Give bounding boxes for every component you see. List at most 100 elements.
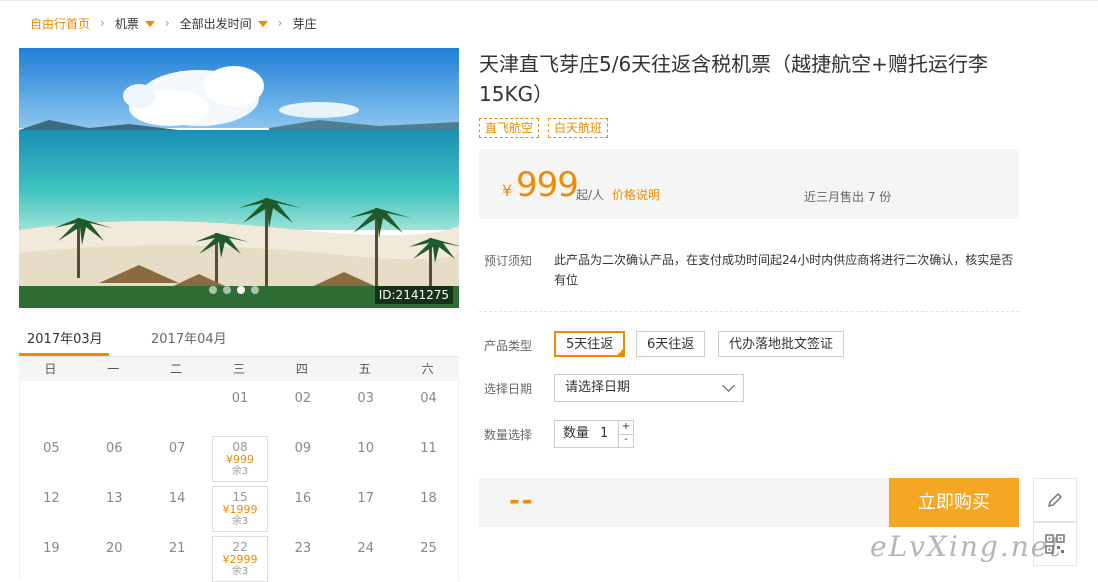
calendar-day-number: 24 xyxy=(357,541,374,556)
calendar-day-available[interactable]: 08 ¥999 余3 xyxy=(212,436,268,482)
weekday-label: 二 xyxy=(170,362,183,376)
sales-count: 近三月售出 7 份 xyxy=(804,190,892,204)
calendar-day-number: 02 xyxy=(294,391,312,406)
calendar-day: 18 xyxy=(398,481,460,529)
calendar-day: 11 xyxy=(398,431,460,479)
caret-down-icon xyxy=(144,21,155,27)
tab-month-april[interactable]: 2017年04月 xyxy=(151,328,227,347)
calendar-day-number: 25 xyxy=(420,541,437,556)
carousel-dots xyxy=(209,286,259,294)
price-explanation-link[interactable]: 价格说明 xyxy=(612,186,660,203)
carousel-dot[interactable] xyxy=(223,286,231,294)
top-divider xyxy=(0,0,1098,1)
currency-symbol: ¥ xyxy=(502,181,513,200)
breadcrumb-separator-icon: › xyxy=(277,16,283,30)
calendar-day-price: ¥1999 xyxy=(222,503,258,516)
calendar-day-number: 18 xyxy=(420,491,437,506)
weekday-label: 一 xyxy=(107,362,120,376)
calendar-day-number: 07 xyxy=(168,441,186,456)
calendar-day: 14 xyxy=(146,481,208,529)
pencil-icon xyxy=(1047,492,1063,508)
calendar-day-number: 06 xyxy=(106,441,123,456)
calendar-day-number: 05 xyxy=(43,441,60,456)
calendar-day: 12 xyxy=(20,481,82,529)
breadcrumb-separator-icon: › xyxy=(164,16,170,30)
calendar-day: 04 xyxy=(398,381,460,429)
calendar-day-number: 17 xyxy=(357,491,374,506)
buy-now-button[interactable]: 立即购买 xyxy=(889,478,1019,527)
calendar-day-price: ¥2999 xyxy=(222,553,258,566)
calendar-day-number: 12 xyxy=(43,491,60,506)
option-5-day-roundtrip[interactable]: 5天往返 xyxy=(554,331,626,357)
tag-direct-flight: 直飞航空 xyxy=(479,118,540,138)
tab-month-march[interactable]: 2017年03月 xyxy=(27,328,103,347)
calendar-day: 21 xyxy=(146,531,208,579)
option-label: 5天往返 xyxy=(566,337,614,352)
weekday-label: 五 xyxy=(358,362,371,376)
option-visa-service[interactable]: 代办落地批文签证 xyxy=(718,331,845,357)
price-amount: 999 xyxy=(516,165,579,205)
date-label: 选择日期 xyxy=(484,382,533,396)
breadcrumb-destination: 芽庄 xyxy=(292,16,317,31)
product-type-label: 产品类型 xyxy=(484,339,533,353)
quantity-value[interactable]: 1 xyxy=(600,421,608,447)
breadcrumb-separator-icon: › xyxy=(100,16,105,30)
quantity-label: 数量选择 xyxy=(484,428,533,442)
total-price: -- xyxy=(509,486,535,516)
image-id-badge: ID:2141275 xyxy=(374,286,453,304)
purchase-bar: -- 立即购买 xyxy=(479,478,1019,527)
breadcrumb-departure-dropdown[interactable]: 全部出发时间 xyxy=(180,15,268,32)
carousel-dot[interactable] xyxy=(209,286,217,294)
quantity-decrement-button[interactable]: - xyxy=(618,434,633,447)
calendar-day-available[interactable]: 15 ¥1999 余3 xyxy=(212,486,268,532)
quantity-increment-button[interactable]: + xyxy=(618,421,633,435)
watermark-logo: eLvXing.net xyxy=(870,530,1063,563)
weekday-label: 三 xyxy=(233,362,246,376)
calendar-day-stock: 余3 xyxy=(231,516,249,527)
calendar-day-number: 04 xyxy=(420,391,437,406)
calendar-day: 06 xyxy=(83,431,145,479)
calendar-weekday-header: 日 一 二 三 四 五 六 xyxy=(19,357,459,381)
calendar-day: 19 xyxy=(20,531,82,579)
hero-image[interactable]: ID:2141275 xyxy=(19,48,459,308)
weekday-label: 六 xyxy=(421,362,434,376)
feedback-button[interactable] xyxy=(1033,478,1077,522)
quantity-inner-label: 数量 xyxy=(563,426,590,441)
breadcrumb-home-link[interactable]: 自由行首页 xyxy=(30,15,90,32)
calendar-day: 23 xyxy=(272,531,334,579)
calendar-day: 20 xyxy=(83,531,145,579)
calendar-day: 02 xyxy=(272,381,334,429)
calendar-day-number: 23 xyxy=(294,541,312,556)
section-divider xyxy=(479,311,1019,312)
price-panel: ¥ 999 起/人 价格说明 近三月售出 7 份 xyxy=(479,149,1019,219)
calendar-day: 17 xyxy=(335,481,397,529)
calendar-day-number: 20 xyxy=(106,541,123,556)
calendar-grid: 01 02 03 04 05 06 07 08 ¥999 余3 09 10 11 12 13 14 15 ¥199… xyxy=(19,381,460,582)
weekday-label: 日 xyxy=(44,362,57,376)
selected-check-icon xyxy=(615,347,626,357)
calendar-day-number: 09 xyxy=(294,441,312,456)
calendar-day-stock: 余3 xyxy=(231,566,249,577)
notice-text: 此产品为二次确认产品，在支付成功时间起24小时内供应商将进行二次确认，核实是否有… xyxy=(554,253,1014,287)
calendar-day-number: 13 xyxy=(106,491,123,506)
calendar-day-available[interactable]: 22 ¥2999 余3 xyxy=(212,536,268,582)
breadcrumb-category-dropdown[interactable]: 机票 xyxy=(115,15,155,32)
calendar-day: 16 xyxy=(272,481,334,529)
calendar-day: 10 xyxy=(335,431,397,479)
date-select[interactable]: 请选择日期 xyxy=(554,374,744,402)
calendar-day-number: 14 xyxy=(168,491,186,506)
option-6-day-roundtrip[interactable]: 6天往返 xyxy=(636,331,706,357)
tag-daytime-flight: 白天航班 xyxy=(548,118,609,138)
calendar-day-number: 19 xyxy=(43,541,60,556)
price-unit: 起/人 xyxy=(576,188,605,202)
quantity-stepper: 数量 1 + - xyxy=(554,420,634,448)
calendar-day: 07 xyxy=(146,431,208,479)
carousel-dot[interactable] xyxy=(251,286,259,294)
calendar-day-number: 22 xyxy=(232,540,248,554)
date-select-placeholder: 请选择日期 xyxy=(565,380,631,395)
calendar-day-price: ¥999 xyxy=(226,453,254,466)
calendar-day: 13 xyxy=(83,481,145,529)
breadcrumb: 自由行首页 › 机票 › 全部出发时间 › 芽庄 xyxy=(30,13,317,33)
calendar-day: 24 xyxy=(335,531,397,579)
carousel-dot-active[interactable] xyxy=(237,286,245,294)
